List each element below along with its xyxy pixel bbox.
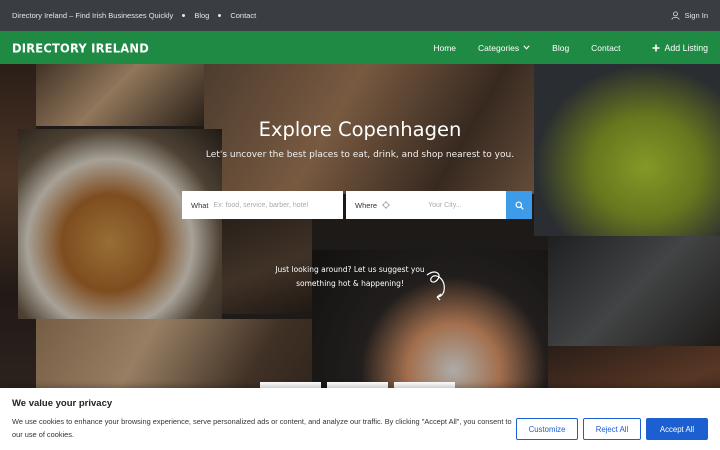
hero-subtitle: Let's uncover the best places to eat, dr… xyxy=(205,150,515,160)
site-logo[interactable]: DIRECTORY IRELAND xyxy=(12,40,149,55)
sign-in-label: Sign In xyxy=(684,11,708,20)
reject-all-button[interactable]: Reject All xyxy=(583,418,641,440)
chevron-down-icon xyxy=(523,45,530,50)
hero-title: Explore Copenhagen xyxy=(258,118,462,141)
what-label: What xyxy=(191,200,209,210)
site-link[interactable]: Directory Ireland – Find Irish Businesse… xyxy=(12,11,173,20)
nav-blog[interactable]: Blog xyxy=(552,43,569,53)
nav-contact[interactable]: Contact xyxy=(591,43,620,53)
nav-menu: Home Categories Blog Contact Add Listing xyxy=(411,43,708,53)
where-field[interactable]: Where Your City... xyxy=(346,191,506,219)
top-blog-link[interactable]: Blog xyxy=(194,11,209,20)
crosshair-icon[interactable] xyxy=(382,201,391,209)
cookie-title: We value your privacy xyxy=(12,398,113,409)
add-listing-label: Add Listing xyxy=(664,42,708,53)
add-listing-button[interactable]: Add Listing xyxy=(652,43,708,53)
where-placeholder: Your City... xyxy=(428,201,462,209)
user-icon xyxy=(671,11,680,20)
what-field[interactable]: What Ex: food, service, barber, hotel xyxy=(182,191,343,219)
nav-categories[interactable]: Categories xyxy=(478,43,530,53)
what-placeholder: Ex: food, service, barber, hotel xyxy=(213,201,309,209)
suggest-line-1: Just looking around? Let us suggest you xyxy=(275,265,425,274)
separator-dot xyxy=(218,14,222,17)
curly-arrow-icon xyxy=(426,271,445,301)
nav-home[interactable]: Home xyxy=(433,43,456,53)
sign-in-link[interactable]: Sign In xyxy=(671,11,708,20)
where-label: Where xyxy=(355,200,378,210)
search-icon xyxy=(514,200,524,210)
top-bar: Directory Ireland – Find Irish Businesse… xyxy=(0,0,720,31)
plus-icon xyxy=(652,44,660,51)
top-contact-link[interactable]: Contact xyxy=(230,11,256,20)
suggest-line-2: something hot & happening! xyxy=(296,279,404,288)
cookie-banner: We value your privacy We use cookies to … xyxy=(0,388,720,450)
cookie-text: We use cookies to enhance your browsing … xyxy=(12,417,512,439)
search-button[interactable] xyxy=(506,191,532,219)
customize-button[interactable]: Customize xyxy=(516,418,578,440)
separator-dot xyxy=(182,14,186,17)
search-bar: What Ex: food, service, barber, hotel Wh… xyxy=(182,191,532,219)
main-nav: DIRECTORY IRELAND Home Categories Blog C… xyxy=(0,31,720,64)
suggest-text: Just looking around? Let us suggest you … xyxy=(272,263,428,291)
top-links: Directory Ireland – Find Irish Businesse… xyxy=(12,11,256,20)
accept-all-button[interactable]: Accept All xyxy=(646,418,708,440)
nav-categories-label: Categories xyxy=(478,42,520,53)
